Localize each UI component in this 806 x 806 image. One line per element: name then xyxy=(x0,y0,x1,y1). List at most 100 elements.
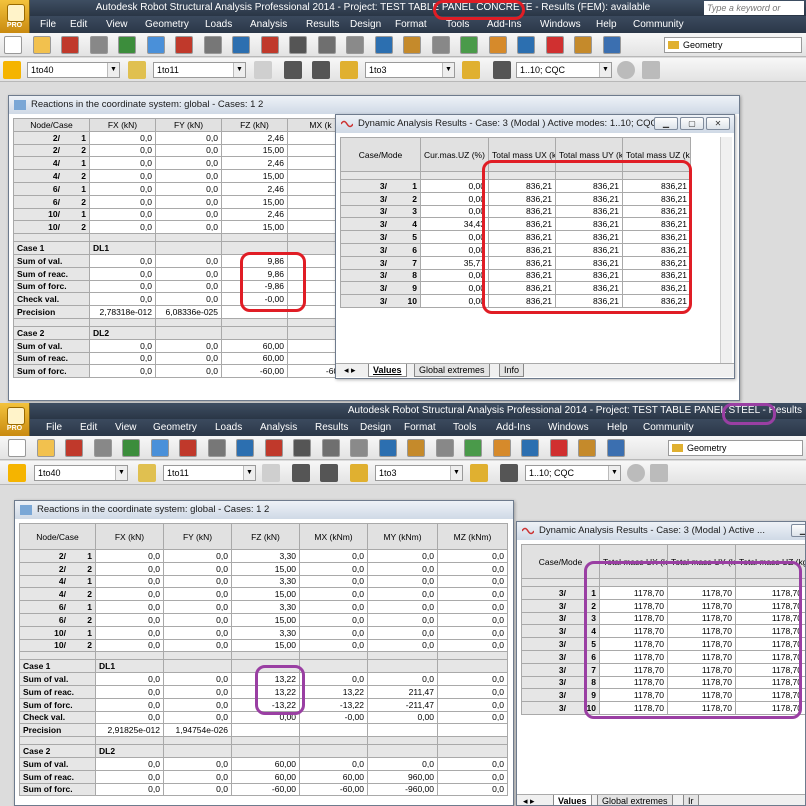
new-icon[interactable] xyxy=(4,36,22,54)
black-square-icon-3[interactable] xyxy=(493,61,511,79)
case-select-icon[interactable] xyxy=(340,61,358,79)
bar-select-icon[interactable] xyxy=(128,61,146,79)
black-square-icon-2[interactable] xyxy=(320,464,338,482)
nodes-combo[interactable]: 1to40 ▼ xyxy=(27,62,120,78)
cases-combo[interactable]: 1to3 ▼ xyxy=(375,465,463,481)
menu-view[interactable]: View xyxy=(115,419,137,436)
logo[interactable]: PRO xyxy=(0,403,30,436)
open-icon[interactable] xyxy=(32,36,51,54)
calculator-icon[interactable] xyxy=(321,439,340,457)
beam-icon[interactable] xyxy=(521,439,539,457)
axes-icon[interactable] xyxy=(3,61,21,79)
reactions-window[interactable]: Reactions in the coordinate system: glob… xyxy=(14,500,514,806)
redo-icon[interactable] xyxy=(293,439,311,457)
close-button[interactable]: ✕ xyxy=(706,117,730,130)
tab-global-extremes[interactable]: Global extremes xyxy=(414,364,490,377)
tools-icon[interactable] xyxy=(574,36,592,54)
save-icon[interactable] xyxy=(61,36,79,54)
print-icon[interactable] xyxy=(93,439,112,457)
section-icon[interactable] xyxy=(488,36,507,54)
save-icon[interactable] xyxy=(65,439,83,457)
gear-icon[interactable] xyxy=(460,36,478,54)
menu-geometry[interactable]: Geometry xyxy=(153,419,197,436)
menu-edit[interactable]: Edit xyxy=(80,419,97,436)
screenshot-icon[interactable] xyxy=(179,439,197,457)
filter-icon[interactable] xyxy=(254,61,272,79)
open-icon[interactable] xyxy=(36,439,55,457)
material-icon[interactable] xyxy=(549,439,568,457)
book-icon[interactable] xyxy=(122,439,140,457)
hat-icon[interactable] xyxy=(617,61,635,79)
windows-icon[interactable] xyxy=(606,439,625,457)
tab-info[interactable]: Ir xyxy=(683,795,699,805)
logo[interactable]: PRO xyxy=(0,0,30,33)
windows-icon[interactable] xyxy=(602,36,621,54)
zoom-icon[interactable] xyxy=(407,439,425,457)
black-square-icon-3[interactable] xyxy=(500,464,518,482)
modes-combo[interactable]: 1..10; CQC ▼ xyxy=(525,465,621,481)
menu-analysis[interactable]: Analysis xyxy=(260,419,297,436)
tools-icon[interactable] xyxy=(578,439,596,457)
bars-combo[interactable]: 1to11 ▼ xyxy=(153,62,246,78)
menu-results[interactable]: Results xyxy=(315,419,348,436)
tab-scroll-arrows[interactable]: ◂ ▸ xyxy=(519,795,539,805)
menu-analysis[interactable]: Analysis xyxy=(250,16,287,33)
undo-icon[interactable] xyxy=(260,36,279,54)
anchor-icon[interactable] xyxy=(378,439,397,457)
case-select-icon[interactable] xyxy=(350,464,368,482)
anchor-icon[interactable] xyxy=(374,36,393,54)
screenshot-icon[interactable] xyxy=(175,36,193,54)
menu-format[interactable]: Format xyxy=(404,419,436,436)
menu-format[interactable]: Format xyxy=(395,16,427,33)
undo-icon[interactable] xyxy=(264,439,283,457)
minimize-button[interactable]: ▁ xyxy=(654,117,678,130)
gear-icon[interactable] xyxy=(464,439,482,457)
geometry-combo[interactable]: Geometry xyxy=(668,440,803,456)
menu-add-ins[interactable]: Add-Ins xyxy=(487,16,521,33)
book-icon[interactable] xyxy=(118,36,136,54)
maximize-button[interactable]: ▢ xyxy=(680,117,704,130)
print-icon[interactable] xyxy=(89,36,108,54)
menu-design[interactable]: Design xyxy=(350,16,381,33)
material-icon[interactable] xyxy=(545,36,564,54)
tab-info[interactable]: Info xyxy=(499,364,525,377)
menu-help[interactable]: Help xyxy=(607,419,628,436)
nodes-combo[interactable]: 1to40 ▼ xyxy=(34,465,128,481)
copy-icon[interactable] xyxy=(232,36,250,54)
copy-icon[interactable] xyxy=(236,439,254,457)
cases-combo[interactable]: 1to3 ▼ xyxy=(365,62,455,78)
table-icon[interactable] xyxy=(350,439,368,457)
menu-design[interactable]: Design xyxy=(360,419,391,436)
menu-community[interactable]: Community xyxy=(633,16,684,33)
tab-scroll-arrows[interactable]: ◂ ▸ xyxy=(340,364,360,377)
menu-geometry[interactable]: Geometry xyxy=(145,16,189,33)
menu-view[interactable]: View xyxy=(106,16,128,33)
new-icon[interactable] xyxy=(8,439,26,457)
menu-file[interactable]: File xyxy=(46,419,62,436)
cut-icon[interactable] xyxy=(203,36,222,54)
black-square-icon[interactable] xyxy=(284,61,302,79)
calculator-icon[interactable] xyxy=(317,36,336,54)
print-preview-icon[interactable] xyxy=(150,439,169,457)
menu-add-ins[interactable]: Add-Ins xyxy=(496,419,530,436)
menu-loads[interactable]: Loads xyxy=(205,16,232,33)
dynamic-results-window[interactable]: Dynamic Analysis Results - Case: 3 (Moda… xyxy=(516,521,806,806)
axes-icon[interactable] xyxy=(8,464,26,482)
menu-community[interactable]: Community xyxy=(643,419,694,436)
menu-windows[interactable]: Windows xyxy=(548,419,589,436)
zoom-icon[interactable] xyxy=(403,36,421,54)
globe-icon[interactable] xyxy=(435,439,454,457)
minimize-button[interactable]: ▁ xyxy=(791,524,805,537)
modes-icon[interactable] xyxy=(470,464,488,482)
search-input[interactable]: Type a keyword or phrase xyxy=(704,1,804,27)
wave-icon[interactable] xyxy=(642,61,660,79)
filter-icon[interactable] xyxy=(262,464,280,482)
print-preview-icon[interactable] xyxy=(146,36,165,54)
tab-global-extremes[interactable]: Global extremes xyxy=(597,795,673,805)
beam-icon[interactable] xyxy=(517,36,535,54)
wave-icon[interactable] xyxy=(650,464,668,482)
black-square-icon-2[interactable] xyxy=(312,61,330,79)
black-square-icon[interactable] xyxy=(292,464,310,482)
globe-icon[interactable] xyxy=(431,36,450,54)
menu-edit[interactable]: Edit xyxy=(70,16,87,33)
